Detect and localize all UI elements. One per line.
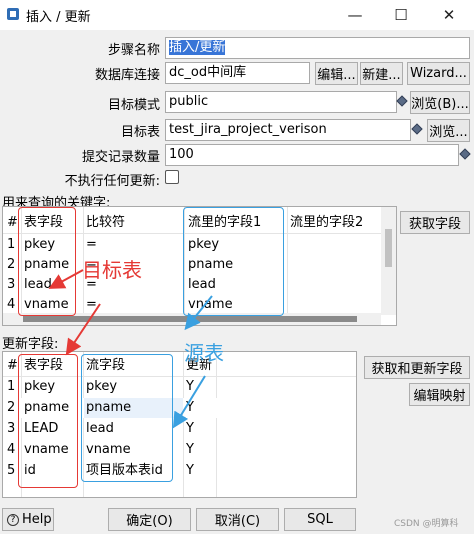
ok-button[interactable]: 确定(O)	[108, 508, 191, 531]
cancel-button[interactable]: 取消(C)	[196, 508, 279, 531]
watermark: CSDN @明算科	[394, 519, 459, 529]
arrow-to-key-table	[48, 269, 84, 289]
help-button[interactable]: ? Help	[2, 508, 54, 531]
annotation-arrows	[48, 269, 213, 429]
help-icon: ?	[7, 513, 19, 526]
arrow-to-update-source	[172, 375, 206, 429]
sql-button[interactable]: SQL	[284, 508, 356, 531]
arrow-to-update-table	[65, 303, 101, 356]
arrow-to-key-source	[184, 295, 213, 331]
